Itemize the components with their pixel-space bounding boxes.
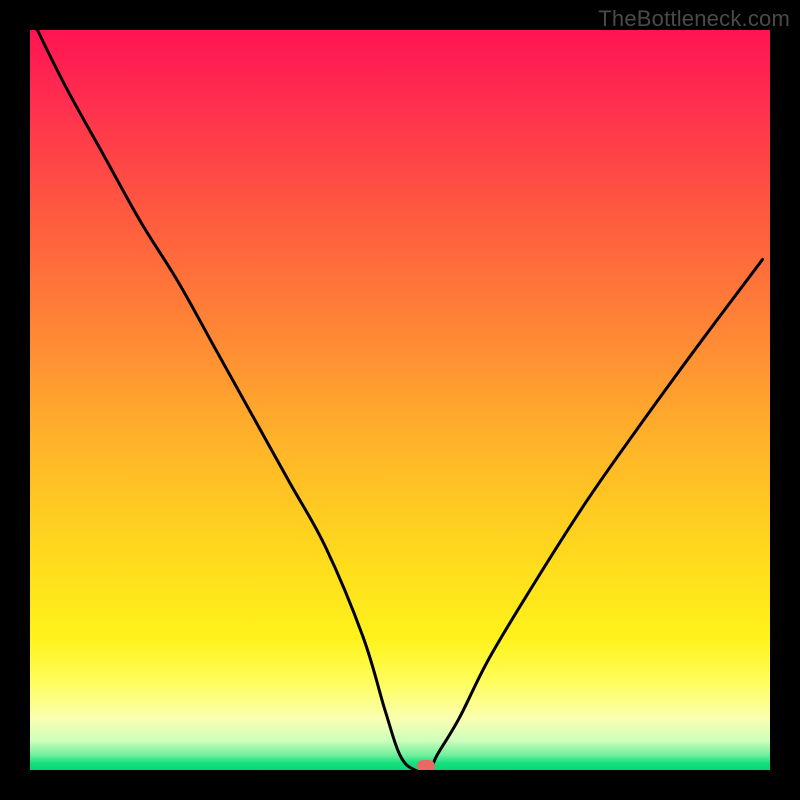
plot-area bbox=[30, 30, 770, 770]
watermark-text: TheBottleneck.com bbox=[598, 6, 790, 32]
chart-stage: TheBottleneck.com bbox=[0, 0, 800, 800]
min-marker-icon bbox=[417, 760, 435, 770]
bottleneck-curve bbox=[37, 30, 762, 770]
curve-svg bbox=[30, 30, 770, 770]
